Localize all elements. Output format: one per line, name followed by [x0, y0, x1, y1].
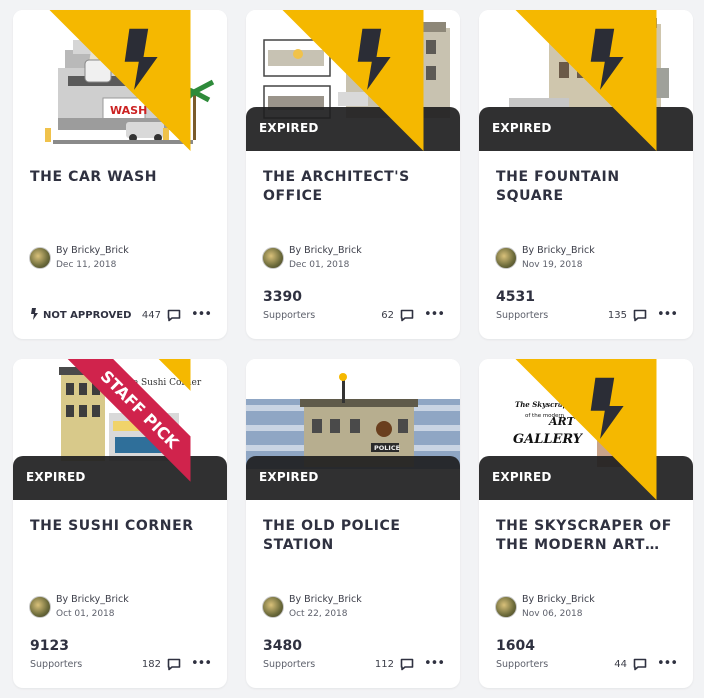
supporters-count: 3390 [263, 289, 302, 305]
author-name[interactable]: By Bricky_Brick [56, 245, 129, 256]
author-name[interactable]: By Bricky_Brick [289, 594, 362, 605]
status-badge: NOT APPROVED [30, 308, 131, 321]
more-dots-icon[interactable]: ••• [191, 308, 212, 321]
more-dots-icon[interactable]: ••• [657, 657, 678, 670]
comment-bubble-icon[interactable] [400, 309, 414, 322]
more-dots-icon[interactable]: ••• [191, 657, 212, 670]
bolt-flag-icon [49, 10, 191, 151]
project-card[interactable]: EXPIRED THE ARCHITECT'S OFFICE By Bricky… [246, 10, 460, 339]
author-name[interactable]: By Bricky_Brick [56, 594, 129, 605]
staff-pick-ribbon: STAFF PICK [67, 359, 191, 482]
author-info: By Bricky_Brick Dec 11, 2018 [29, 243, 219, 273]
project-image[interactable]: EXPIRED [246, 10, 460, 151]
post-date: Nov 19, 2018 [522, 260, 583, 270]
project-title[interactable]: THE ARCHITECT'S OFFICE [263, 168, 453, 206]
comment-bubble-icon[interactable] [400, 658, 414, 671]
supporters-label: Supporters [263, 310, 316, 321]
project-title[interactable]: THE SUSHI CORNER [30, 517, 220, 536]
bolt-icon [31, 308, 38, 320]
comment-bubble-icon[interactable] [633, 309, 647, 322]
supporters-count: 4531 [496, 289, 535, 305]
expired-banner: EXPIRED [246, 456, 460, 500]
project-title[interactable]: THE SKYSCRAPER OF THE MODERN ART… [496, 517, 686, 555]
card-actions: 135 ••• [607, 307, 678, 323]
comment-count: 182 [141, 658, 161, 670]
post-date: Oct 01, 2018 [56, 609, 115, 619]
more-dots-icon[interactable]: ••• [657, 308, 678, 321]
project-card[interactable]: The Skyscraper of the modern ART GALLERY… [479, 359, 693, 688]
comment-count: 447 [141, 309, 161, 321]
project-image[interactable]: WASH [13, 10, 227, 151]
comment-count: 44 [614, 658, 627, 670]
comment-count: 135 [607, 309, 627, 321]
comment-bubble-icon[interactable] [167, 658, 181, 671]
author-info: By Bricky_Brick Oct 01, 2018 [29, 592, 219, 622]
supporters-count: 3480 [263, 638, 302, 654]
avatar[interactable] [29, 596, 51, 618]
expired-label: EXPIRED [259, 470, 319, 484]
bolt-flag-icon [515, 359, 657, 500]
supporters-count: 9123 [30, 638, 69, 654]
author-name[interactable]: By Bricky_Brick [522, 594, 595, 605]
more-dots-icon[interactable]: ••• [424, 657, 445, 670]
comment-bubble-icon[interactable] [167, 309, 181, 322]
status-text: NOT APPROVED [43, 310, 132, 321]
project-card[interactable]: EXPIRED THE FOUNTAIN SQUARE By Bricky_Br… [479, 10, 693, 339]
project-card[interactable]: POLICE EXPIRED THE OLD POLICE STATION By… [246, 359, 460, 688]
bolt-flag-icon [515, 10, 657, 151]
card-actions: 44 ••• [614, 656, 678, 672]
avatar[interactable] [262, 247, 284, 269]
post-date: Nov 06, 2018 [522, 609, 583, 619]
author-info: By Bricky_Brick Dec 01, 2018 [262, 243, 452, 273]
staff-pick-label: STAFF PICK [97, 367, 183, 453]
post-date: Dec 01, 2018 [289, 260, 350, 270]
supporters-label: Supporters [263, 659, 316, 670]
card-actions: 62 ••• [381, 307, 445, 323]
author-name[interactable]: By Bricky_Brick [289, 245, 362, 256]
project-title[interactable]: THE FOUNTAIN SQUARE [496, 168, 686, 206]
bolt-flag-icon [282, 10, 424, 151]
image-caption: POLICE [374, 444, 400, 452]
project-title[interactable]: THE OLD POLICE STATION [263, 517, 453, 555]
card-actions: 112 ••• [374, 656, 445, 672]
author-info: By Bricky_Brick Nov 19, 2018 [495, 243, 685, 273]
author-info: By Bricky_Brick Nov 06, 2018 [495, 592, 685, 622]
comment-count: 112 [374, 658, 394, 670]
supporters-label: Supporters [496, 310, 549, 321]
supporters-label: Supporters [496, 659, 549, 670]
project-card[interactable]: WASH THE CAR WASH By Bricky_Brick Dec 11… [13, 10, 227, 339]
avatar[interactable] [495, 247, 517, 269]
avatar[interactable] [29, 247, 51, 269]
project-image[interactable]: EXPIRED [479, 10, 693, 151]
author-name[interactable]: By Bricky_Brick [522, 245, 595, 256]
avatar[interactable] [262, 596, 284, 618]
comment-count: 62 [381, 309, 394, 321]
supporters-label: Supporters [30, 659, 83, 670]
card-actions: 182 ••• [141, 656, 212, 672]
post-date: Oct 22, 2018 [289, 609, 348, 619]
card-actions: 447 ••• [141, 307, 212, 323]
project-image[interactable]: POLICE EXPIRED [246, 359, 460, 500]
supporters-count: 1604 [496, 638, 535, 654]
avatar[interactable] [495, 596, 517, 618]
more-dots-icon[interactable]: ••• [424, 308, 445, 321]
project-title[interactable]: THE CAR WASH [30, 168, 220, 187]
comment-bubble-icon[interactable] [633, 658, 647, 671]
project-image[interactable]: The Skyscraper of the modern ART GALLERY… [479, 359, 693, 500]
project-image[interactable]: The Sushi Corner EXPIRED STAFF PICK [13, 359, 227, 500]
author-info: By Bricky_Brick Oct 22, 2018 [262, 592, 452, 622]
project-card[interactable]: The Sushi Corner EXPIRED STAFF PICK THE … [13, 359, 227, 688]
post-date: Dec 11, 2018 [56, 260, 117, 270]
